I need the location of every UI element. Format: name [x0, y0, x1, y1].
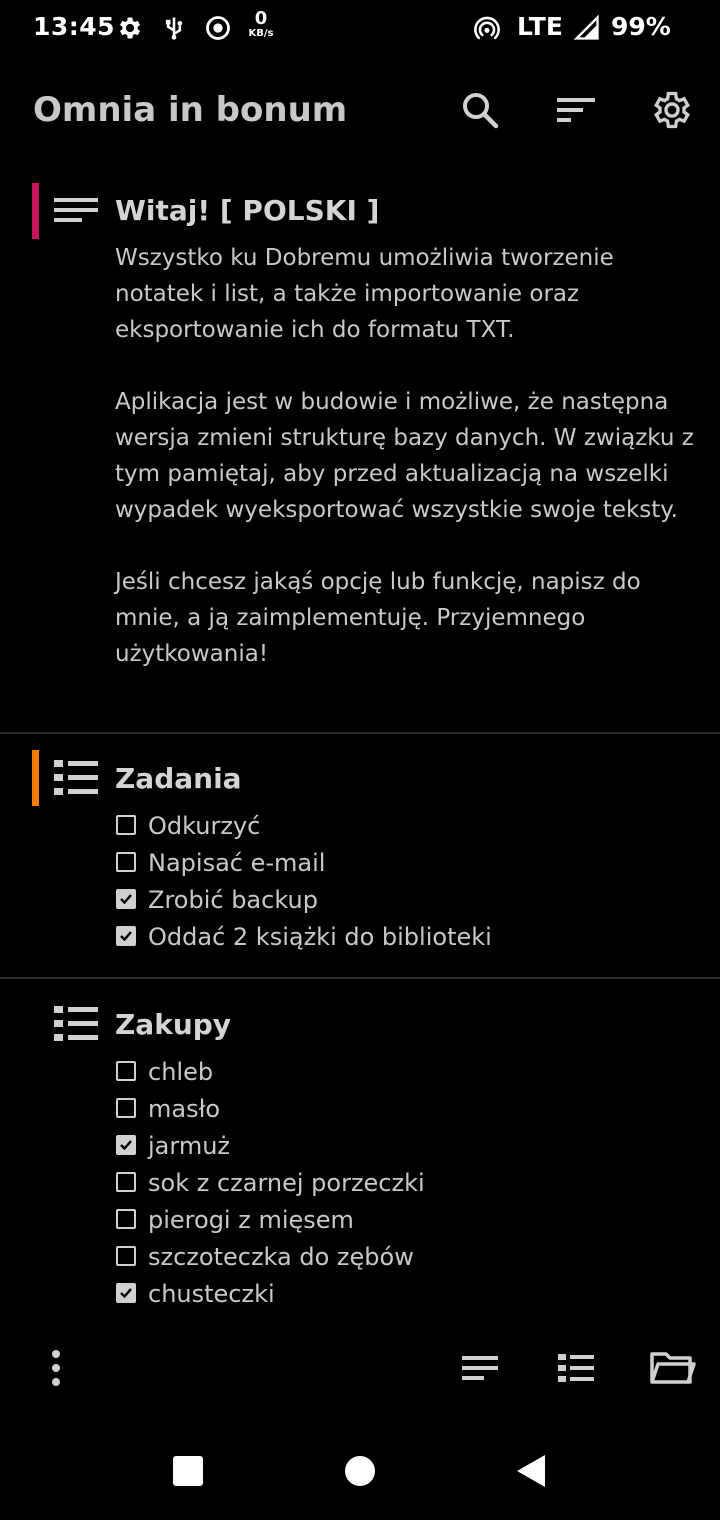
more-vert-icon[interactable] [32, 1344, 80, 1392]
checkbox-checked[interactable] [116, 926, 136, 946]
text-note-icon [54, 198, 98, 222]
hotspot-icon [474, 16, 500, 40]
checkbox-unchecked[interactable] [116, 815, 136, 835]
settings-icon[interactable] [650, 88, 694, 132]
note-accent-bar [32, 750, 39, 806]
checklist-item-text: szczoteczka do zębów [148, 1243, 414, 1271]
note-title: Witaj! [ POLSKI ] [115, 194, 380, 227]
checklist-item-text: Odkurzyć [148, 812, 261, 840]
battery-level: 99% [611, 12, 671, 41]
home-icon[interactable] [342, 1453, 378, 1489]
note-paragraph: Aplikacja jest w budowie i możliwe, że n… [115, 389, 694, 523]
checkbox-unchecked[interactable] [116, 852, 136, 872]
checklist-item-text: chleb [148, 1058, 214, 1086]
checklist-item-text: sok z czarnej porzeczki [148, 1169, 425, 1197]
record-icon [206, 16, 230, 40]
checklist-item-text: jarmuż [148, 1132, 231, 1160]
checkbox-unchecked[interactable] [116, 1209, 136, 1229]
signal-icon [573, 14, 599, 40]
checklist-note-icon [54, 760, 98, 795]
gear-icon [120, 17, 141, 39]
net-speed-unit: KB/s [248, 28, 274, 39]
checklist-note-icon [54, 1006, 98, 1041]
net-speed: 0 KB/s [244, 10, 278, 39]
checkbox-unchecked[interactable] [116, 1061, 136, 1081]
system-nav-bar [0, 1420, 720, 1520]
recents-icon[interactable] [170, 1453, 206, 1489]
app-title: Omnia in bonum [33, 90, 348, 130]
checklist-item-text: chusteczki [148, 1280, 275, 1308]
checkbox-unchecked[interactable] [116, 1246, 136, 1266]
note-title: Zadania [115, 762, 242, 795]
note-card-zakupy[interactable]: Zakupy chleb masło jarmuż sok z czarnej por… [0, 994, 720, 1324]
note-accent-bar [32, 183, 39, 239]
checklist-item-text: Oddać 2 książki do biblioteki [148, 923, 492, 951]
note-paragraph: Jeśli chcesz jakąś opcję lub funkcję, na… [115, 569, 641, 667]
checkbox-unchecked[interactable] [116, 1098, 136, 1118]
note-title: Zakupy [115, 1008, 232, 1041]
search-icon[interactable] [458, 88, 502, 132]
bottom-toolbar [0, 1330, 720, 1406]
note-divider [0, 732, 720, 734]
checklist-item-text: Zrobić backup [148, 886, 318, 914]
app-bar: Omnia in bonum [0, 70, 720, 154]
status-bar: 13:45 0 KB/s LTE 99% [0, 0, 720, 60]
new-note-icon[interactable] [456, 1344, 504, 1392]
note-card-zadania[interactable]: Zadania Odkurzyć Napisać e-mail Zrobić bac… [0, 748, 720, 976]
note-body: Wszystko ku Dobremu umożliwia tworzenie … [115, 240, 695, 672]
checkbox-checked[interactable] [116, 1283, 136, 1303]
status-time: 13:45 [33, 12, 116, 41]
sort-icon[interactable] [554, 88, 598, 132]
checklist-item-text: masło [148, 1095, 221, 1123]
network-type: LTE [517, 12, 563, 41]
new-list-icon[interactable] [552, 1344, 600, 1392]
checkbox-checked[interactable] [116, 889, 136, 909]
note-divider [0, 977, 720, 979]
checkbox-unchecked[interactable] [116, 1172, 136, 1192]
net-speed-value: 0 [254, 8, 268, 29]
checkbox-checked[interactable] [116, 1135, 136, 1155]
checklist-item-text: Napisać e-mail [148, 849, 326, 877]
note-card-welcome[interactable]: Witaj! [ POLSKI ] Wszystko ku Dobremu um… [0, 180, 720, 730]
usb-icon [165, 17, 183, 40]
open-folder-icon[interactable] [648, 1344, 696, 1392]
back-icon[interactable] [513, 1453, 549, 1489]
checklist-item-text: pierogi z mięsem [148, 1206, 354, 1234]
note-paragraph: Wszystko ku Dobremu umożliwia tworzenie … [115, 245, 614, 343]
